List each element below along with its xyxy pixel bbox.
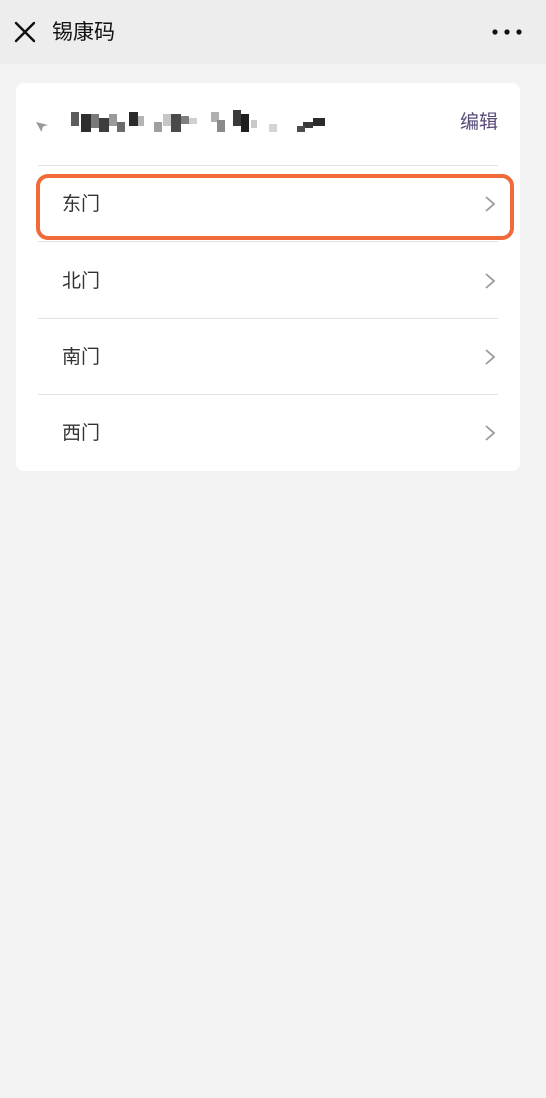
page-title: 锡康码	[52, 20, 115, 44]
location-pin-icon	[35, 118, 49, 132]
gate-item-east[interactable]: 东门	[38, 166, 498, 242]
gate-label: 北门	[62, 270, 101, 292]
gate-item-west[interactable]: 西门	[38, 395, 498, 471]
gate-label: 西门	[62, 422, 101, 444]
close-icon[interactable]	[12, 19, 38, 45]
divider	[38, 241, 498, 242]
gate-item-north[interactable]: 北门	[38, 243, 498, 319]
chevron-right-icon	[484, 348, 496, 366]
chevron-right-icon	[484, 424, 496, 442]
card-header: 编辑	[16, 83, 520, 165]
gate-label: 南门	[62, 346, 101, 368]
gate-item-south[interactable]: 南门	[38, 319, 498, 395]
gate-label: 东门	[62, 193, 101, 215]
chevron-right-icon	[484, 272, 496, 290]
chevron-right-icon	[484, 195, 496, 213]
more-horizontal-icon[interactable]	[489, 22, 525, 42]
gate-list-card: 编辑 东门 北门 南门 西门	[16, 83, 520, 471]
redacted-place-name	[71, 108, 331, 138]
edit-link[interactable]: 编辑	[460, 107, 498, 137]
top-bar: 锡康码	[0, 0, 546, 64]
